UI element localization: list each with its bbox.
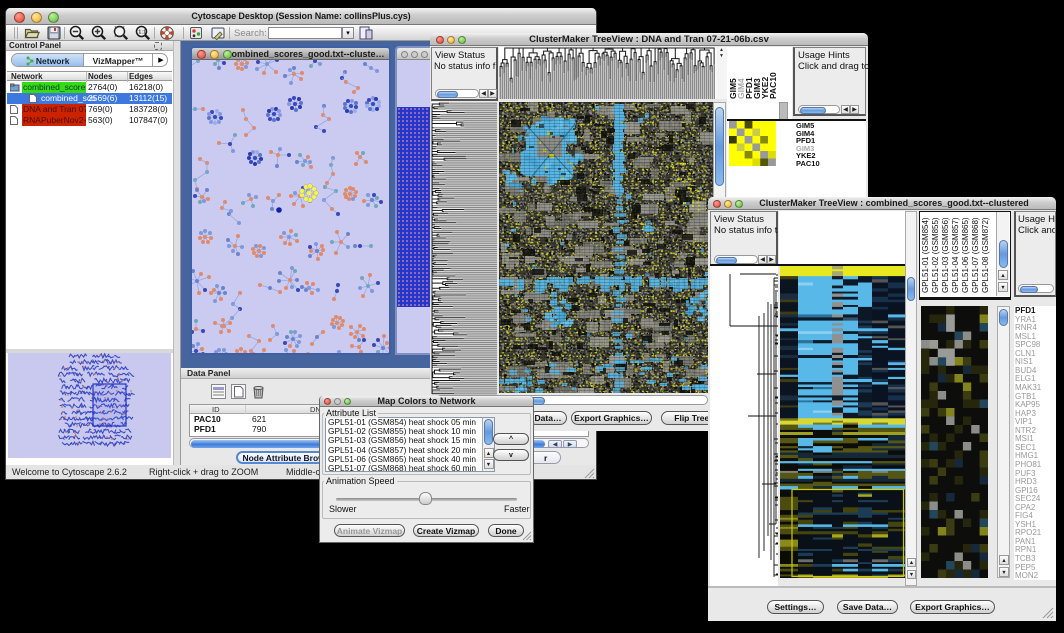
svg-text:GPL51-02 (GSM855): GPL51-02 (GSM855) [931, 217, 940, 293]
svg-text:PAC10: PAC10 [768, 72, 777, 99]
svg-text:1:1: 1:1 [138, 30, 146, 36]
svg-text:GPL51-07 (GSM868): GPL51-07 (GSM868) [971, 217, 980, 293]
svg-text:GPL51-04 (GSM857): GPL51-04 (GSM857) [951, 217, 960, 293]
svg-text:GPL51-01 (GSM854): GPL51-01 (GSM854) [921, 217, 930, 293]
svg-text:GPL51-06 (GSM865): GPL51-06 (GSM865) [961, 217, 970, 293]
svg-text:GPL51-08 (GSM872): GPL51-08 (GSM872) [981, 217, 990, 293]
svg-text:GPL51-03 (GSM856): GPL51-03 (GSM856) [941, 217, 950, 293]
